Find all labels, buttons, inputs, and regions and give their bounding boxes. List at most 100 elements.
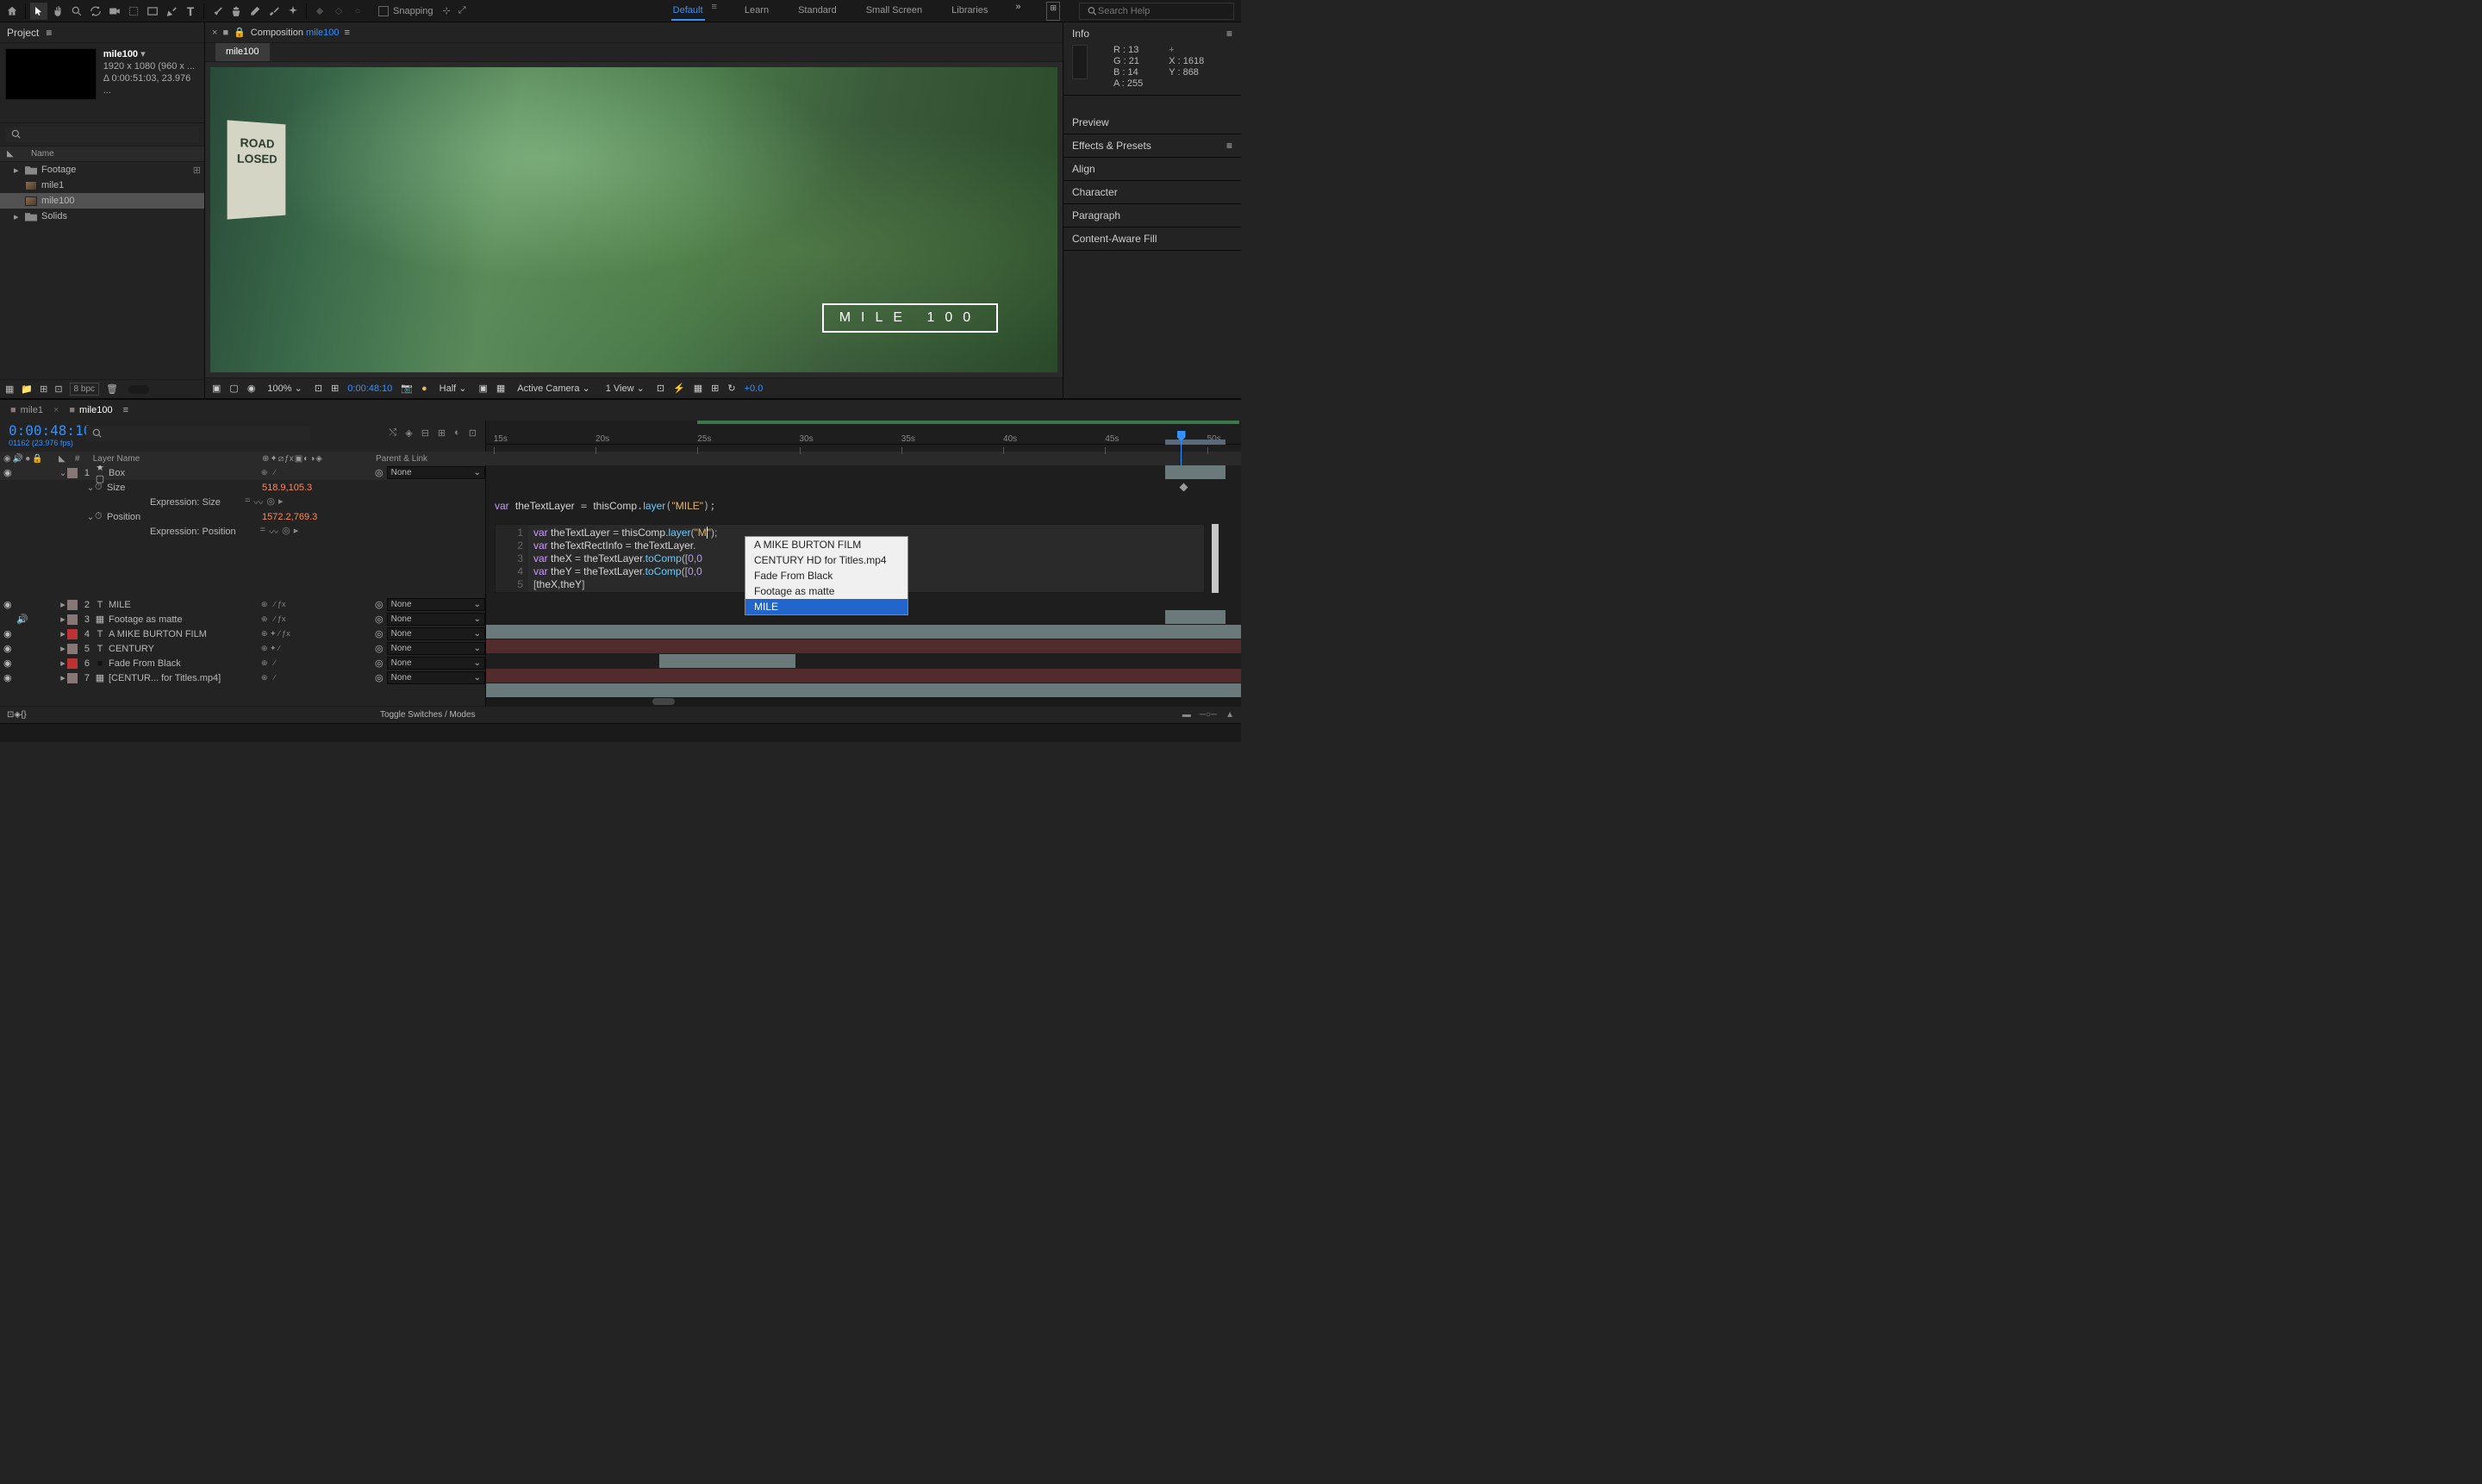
ac-item[interactable]: A MIKE BURTON FILM bbox=[745, 537, 907, 552]
panel-menu-icon[interactable]: ≡ bbox=[46, 27, 52, 39]
timeline-tracks[interactable]: var theTextLayer = thisComp.layer("MILE"… bbox=[486, 465, 1241, 706]
expr-graph-icon[interactable]: 〰 bbox=[253, 496, 263, 509]
motion-blur-icon[interactable]: ◐ bbox=[454, 427, 460, 439]
puppet-tool-icon[interactable] bbox=[284, 3, 302, 20]
parent-dropdown[interactable]: None⌄ bbox=[387, 598, 485, 611]
content-aware-fill-panel[interactable]: Content-Aware Fill bbox=[1063, 228, 1241, 251]
comp-thumbnail[interactable] bbox=[5, 48, 97, 100]
search-help[interactable] bbox=[1079, 3, 1234, 20]
flowchart-icon[interactable]: ⊞ bbox=[711, 383, 719, 394]
snapping-checkbox-icon[interactable] bbox=[378, 6, 389, 16]
timeline-search[interactable] bbox=[86, 426, 310, 441]
pixel-aspect-icon[interactable]: ⊡ bbox=[657, 383, 664, 394]
graph-editor-icon[interactable]: ⊡ bbox=[469, 427, 477, 439]
ac-item[interactable]: Fade From Black bbox=[745, 568, 907, 583]
prop-position-expression[interactable]: Expression: Position =〰◎▸ bbox=[0, 524, 485, 539]
video-col-icon[interactable]: ◉ bbox=[3, 454, 11, 464]
camera-tool-icon[interactable] bbox=[106, 3, 123, 20]
align-panel[interactable]: Align bbox=[1063, 158, 1241, 181]
new-folder-icon[interactable]: 📁 bbox=[21, 383, 33, 395]
timeline-tab-menu-icon[interactable]: ≡ bbox=[123, 405, 128, 415]
expr-enable-icon[interactable]: = bbox=[245, 496, 250, 509]
panel-menu-icon[interactable]: ≡ bbox=[1226, 140, 1232, 152]
layer-row-1[interactable]: ◉ ⌄ 1 ★ ▢ Box ⊕ ∕ ◎None⌄ bbox=[0, 465, 485, 480]
parent-dropdown[interactable]: None⌄ bbox=[387, 613, 485, 626]
prop-size[interactable]: ⌄⏱ Size 518.9,105.3 bbox=[0, 480, 485, 495]
tree-item-mile1[interactable]: mile1 bbox=[0, 178, 204, 193]
num-column[interactable]: # bbox=[65, 454, 90, 464]
tree-item-solids[interactable]: ▸ Solids bbox=[0, 209, 204, 224]
layer-row-5[interactable]: ◉ ▸ 5T CENTURY ⊕ ✦ ∕ ◎None⌄ bbox=[0, 641, 485, 656]
new-comp-icon[interactable]: ⊞ bbox=[40, 383, 47, 395]
workspace-reset-icon[interactable]: ⊞ bbox=[1046, 2, 1060, 21]
trash-icon[interactable]: 🗑 bbox=[106, 383, 118, 395]
layer-row-2[interactable]: ◉ ▸ 2T MILE ⊕ ∕ ƒx ◎None⌄ bbox=[0, 597, 485, 612]
zoom-in-icon[interactable]: ▲ bbox=[1225, 710, 1234, 720]
clone-stamp-tool-icon[interactable] bbox=[228, 3, 245, 20]
rectangle-tool-icon[interactable] bbox=[144, 3, 161, 20]
expr-lang-icon[interactable]: ▸ bbox=[278, 496, 284, 509]
tree-item-footage[interactable]: ▸ Footage ⊞ bbox=[0, 162, 204, 178]
toggle-icon-2[interactable]: ◈ bbox=[14, 710, 21, 720]
parent-dropdown[interactable]: None⌄ bbox=[387, 671, 485, 684]
prop-size-expression[interactable]: Expression: Size =〰◎▸ bbox=[0, 495, 485, 509]
parent-dropdown[interactable]: None⌄ bbox=[387, 466, 485, 479]
panel-menu-icon[interactable]: ≡ bbox=[1226, 28, 1232, 40]
magnify-icon[interactable]: ▣ bbox=[212, 383, 221, 394]
comp-subtab[interactable]: mile100 bbox=[215, 43, 270, 61]
parent-dropdown[interactable]: None⌄ bbox=[387, 657, 485, 670]
frame-blend-icon[interactable]: ⊞ bbox=[438, 427, 446, 439]
workspace-overflow-icon[interactable]: » bbox=[1015, 2, 1020, 21]
timeline-nav-scroll[interactable] bbox=[486, 697, 1241, 706]
grid-toggle-icon[interactable]: ⊞ bbox=[331, 383, 339, 394]
character-panel[interactable]: Character bbox=[1063, 181, 1241, 204]
render-toggle[interactable] bbox=[128, 385, 149, 394]
exposure-value[interactable]: +0.0 bbox=[745, 383, 764, 394]
workspace-menu-icon[interactable]: ≡ bbox=[712, 2, 717, 21]
name-column[interactable]: Name bbox=[31, 149, 54, 159]
eye-icon[interactable]: ◉ bbox=[3, 467, 15, 478]
interpret-footage-icon[interactable]: ▦ bbox=[5, 383, 14, 395]
expr-lang-icon[interactable]: ▸ bbox=[294, 525, 299, 539]
parent-dropdown[interactable]: None⌄ bbox=[387, 642, 485, 655]
tree-item-mile100[interactable]: mile100 bbox=[0, 193, 204, 209]
ac-item[interactable]: Footage as matte bbox=[745, 583, 907, 599]
name-column[interactable]: Layer Name bbox=[90, 454, 262, 464]
pan-behind-tool-icon[interactable] bbox=[125, 3, 142, 20]
workspace-standard[interactable]: Standard bbox=[796, 2, 839, 21]
search-help-input[interactable] bbox=[1098, 6, 1226, 16]
label-color[interactable] bbox=[67, 468, 78, 478]
nav-thumb[interactable] bbox=[652, 698, 675, 705]
timeline-tab-mile1[interactable]: ■mile1 bbox=[10, 405, 43, 415]
workspace-learn[interactable]: Learn bbox=[743, 2, 770, 21]
label-col-icon[interactable]: ◣ bbox=[7, 149, 19, 159]
composition-viewer[interactable]: ROAD LOSED MILE 100 bbox=[205, 62, 1063, 377]
reset-exposure-icon[interactable]: ↻ bbox=[727, 383, 735, 394]
expr-enable-icon[interactable]: = bbox=[260, 525, 265, 539]
zoom-dropdown[interactable]: 100% ⌄ bbox=[264, 383, 305, 394]
ac-item[interactable]: CENTURY HD for Titles.mp4 bbox=[745, 552, 907, 568]
channel-icon[interactable]: ● bbox=[421, 383, 427, 394]
paragraph-panel[interactable]: Paragraph bbox=[1063, 204, 1241, 228]
camera-dropdown[interactable]: Active Camera ⌄ bbox=[514, 383, 593, 394]
effects-presets-panel[interactable]: Effects & Presets≡ bbox=[1063, 134, 1241, 158]
autocomplete-popup[interactable]: A MIKE BURTON FILM CENTURY HD for Titles… bbox=[745, 536, 908, 615]
zoom-tool-icon[interactable] bbox=[68, 3, 85, 20]
zoom-out-icon[interactable]: ▬ bbox=[1182, 710, 1191, 720]
hide-shy-icon[interactable]: ⊟ bbox=[421, 427, 429, 439]
stopwatch-icon[interactable]: ⏱ bbox=[95, 482, 107, 493]
eye-icon[interactable]: ◉ bbox=[3, 599, 15, 610]
layer-row-3[interactable]: 🔊 ▸ 3▦ Footage as matte ⊕ ∕ ƒx ◎None⌄ bbox=[0, 612, 485, 627]
lock-icon[interactable]: 🔒 bbox=[234, 27, 246, 38]
time-ruler[interactable]: 15s 20s 25s 30s 35s 40s 45s 50s bbox=[486, 421, 1241, 445]
toggle-icon-3[interactable]: {} bbox=[21, 710, 27, 720]
lock-col-icon[interactable]: 🔒 bbox=[32, 454, 42, 464]
comp-mini-flowchart-icon[interactable]: ⤭ bbox=[389, 427, 396, 439]
resolution-dropdown[interactable]: Half ⌄ bbox=[436, 383, 471, 394]
flowchart-icon[interactable]: ⊞ bbox=[193, 165, 201, 176]
workspace-small-screen[interactable]: Small Screen bbox=[864, 2, 924, 21]
orbit-tool-icon[interactable] bbox=[87, 3, 104, 20]
snap-icon[interactable]: ⊹ bbox=[443, 5, 451, 16]
hand-tool-icon[interactable] bbox=[49, 3, 66, 20]
roi-icon[interactable]: ▣ bbox=[478, 383, 487, 394]
